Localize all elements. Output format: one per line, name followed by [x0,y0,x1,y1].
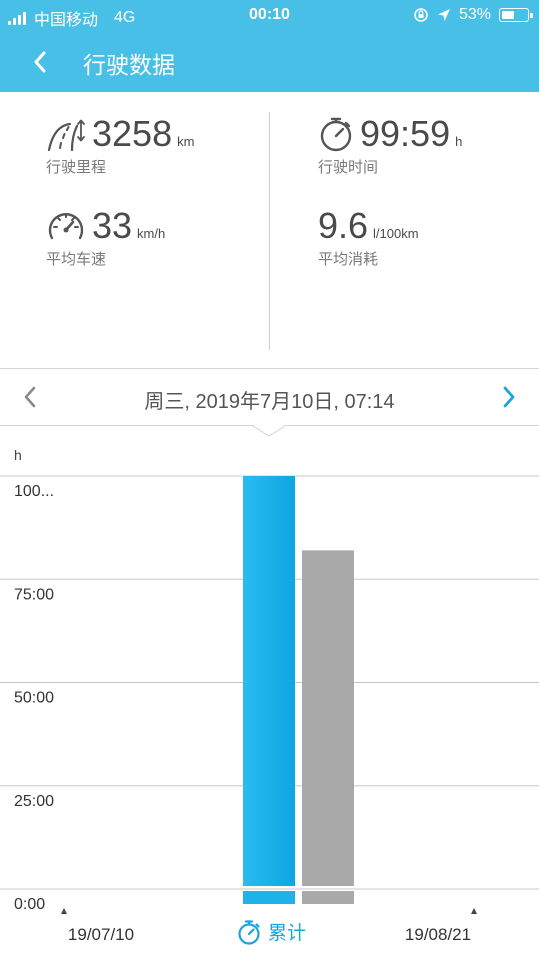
current-date: 周三, 2019年7月10日, 07:14 [144,391,395,413]
speed-label: 平均车速 [46,251,107,268]
y-tick-label: 50:00 [14,690,54,707]
consumption-value: 9.6 [318,205,369,246]
x-range-marker [61,908,67,914]
stat-speed: 33 km/h 平均车速 [46,208,165,269]
bar-chart: h 0:00 25:00 50:00 75:00 100... 19/07/10 19/08/… [0,447,539,944]
driving-time-chart: h 0:00 25:00 50:00 75:00 100... 19/07/10 19/08/… [0,426,539,960]
duration-label: 行驶时间 [318,159,379,176]
stopwatch-icon [320,117,352,152]
y-tick-label: 100... [14,483,54,500]
cumulative-label: 累计 [268,923,307,944]
x-range-marker [471,908,477,914]
y-axis-unit: h [14,447,22,463]
stats-divider [269,112,270,350]
location-icon [437,9,450,21]
page-title: 行驶数据 [83,52,175,78]
nav-bar: 行驶数据 [0,32,539,92]
y-tick-label: 75:00 [14,586,54,603]
status-right: 53% [413,6,533,24]
distance-unit: km [177,134,195,149]
distance-value: 3258 [92,113,173,154]
road-distance-icon [47,119,85,152]
chart-bar [302,550,354,886]
consumption-label: 平均消耗 [318,251,379,268]
date-navigator: 周三, 2019年7月10日, 07:14 [0,368,539,437]
x-tick-label: 19/07/10 [68,925,134,944]
status-bar: 中国移动 4G 00:10 53% [0,0,539,32]
cumulative-toggle[interactable]: 累计 [236,918,306,945]
chart-bar-base [302,891,354,904]
back-button[interactable] [22,44,58,80]
next-date-button[interactable] [493,381,525,413]
top-bar: 中国移动 4G 00:10 53% 行驶数据 [0,0,539,92]
chevron-left-icon [34,51,46,73]
chevron-right-icon [503,386,515,408]
duration-value: 99:59 [360,113,451,154]
battery-icon [499,8,533,22]
chart-bar [243,476,295,886]
x-tick-label: 19/08/21 [405,925,471,944]
stat-distance: 3258 km 行驶里程 [46,116,194,177]
distance-label: 行驶里程 [46,159,107,176]
y-tick-label: 25:00 [14,793,54,810]
speedometer-icon [48,213,84,240]
duration-unit: h [455,134,463,149]
speed-unit: km/h [137,226,166,241]
stats-panel: 3258 km 行驶里程 99:59 h 行驶时间 33 km/h 平均车速 9… [0,92,539,368]
consumption-unit: l/100km [373,226,419,241]
stat-duration: 99:59 h 行驶时间 [318,116,462,177]
y-tick-label: 0:00 [14,896,45,913]
speed-value: 33 [92,205,133,246]
orientation-lock-icon [414,8,428,22]
battery-percent: 53% [458,6,491,23]
stopwatch-icon [238,919,260,945]
stat-consumption: 9.6 l/100km 平均消耗 [318,208,419,269]
chart-bar-base [243,891,295,904]
